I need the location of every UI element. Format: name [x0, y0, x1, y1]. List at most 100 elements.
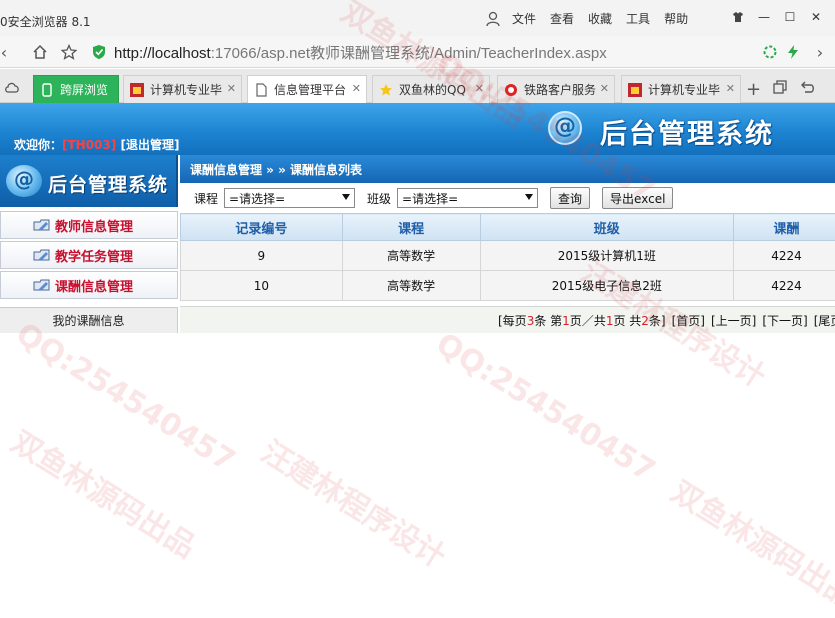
tab-cross-screen[interactable]: 跨屏浏览	[33, 75, 119, 103]
sidebar: @ 后台管理系统 教师信息管理 教学任务管理 课酬信息管理 我的课酬信息	[0, 155, 178, 333]
star-icon[interactable]	[59, 42, 79, 62]
next-page-link[interactable]: [下一页]	[762, 312, 807, 329]
tab-info-platform[interactable]: 信息管理平台 ✕	[247, 75, 367, 103]
browser-title-bar: 0安全浏览器 8.1 文件 查看 收藏 工具 帮助 — ☐ ✕	[0, 0, 835, 36]
tab-label: 铁路客户服务	[524, 83, 597, 97]
undo-icon[interactable]	[800, 80, 814, 97]
chevron-down-icon	[342, 194, 351, 200]
class-select-value: =请选择=	[402, 191, 459, 206]
phone-icon	[42, 82, 52, 97]
course-filter-label: 课程	[194, 191, 219, 206]
class-filter-label: 班级	[367, 191, 392, 206]
tab-railway-service[interactable]: 铁路客户服务 ✕	[497, 75, 615, 103]
security-shield-icon[interactable]	[89, 42, 109, 62]
chevron-down-icon	[525, 194, 534, 200]
cell-class: 2015级电子信息2班	[479, 270, 735, 301]
site-favicon-icon	[628, 82, 642, 97]
cell-course: 高等数学	[341, 270, 481, 301]
url-field[interactable]: http://localhost:17066/asp.net教师课酬管理系统/A…	[114, 42, 607, 63]
pager-text: [每页3条 第1页／共1页 共2条]	[498, 313, 666, 328]
restore-tabs-icon[interactable]	[773, 80, 787, 97]
pagination-bar: [每页3条 第1页／共1页 共2条] [首页] [上一页] [下一页] [尾页]	[180, 306, 835, 333]
column-header-course: 课程	[341, 213, 481, 241]
menu-favorites[interactable]: 收藏	[588, 10, 612, 27]
main-content: 课酬信息管理 » » 课酬信息列表 课程 =请选择= 班级 =请选择= 查询 导…	[180, 155, 835, 333]
watermark-text: 双鱼林源码出品	[664, 474, 835, 616]
current-page: 1	[562, 313, 570, 328]
tab-label: 计算机专业毕	[150, 83, 223, 97]
tab-shuangyulin-qq[interactable]: 双鱼林的QQ ✕	[372, 75, 490, 103]
menu-tools[interactable]: 工具	[626, 10, 650, 27]
menu-help[interactable]: 帮助	[664, 10, 688, 27]
close-icon[interactable]: ✕	[803, 8, 829, 26]
sidebar-subitem-my-pay[interactable]: 我的课酬信息	[0, 307, 178, 333]
watermark-text: 汪建林程序设计	[254, 434, 452, 576]
browser-menu-bar: 文件 查看 收藏 工具 帮助	[486, 10, 702, 27]
tab-computer-major[interactable]: 计算机专业毕 ✕	[123, 75, 242, 103]
tab-label: 双鱼林的QQ	[399, 83, 466, 97]
course-select[interactable]: =请选择=	[224, 188, 356, 208]
back-icon[interactable]: ‹	[0, 42, 14, 62]
more-icon[interactable]: ›	[810, 42, 830, 62]
site-favicon-icon	[130, 82, 144, 97]
home-icon[interactable]	[30, 42, 50, 62]
tab-close-icon[interactable]: ✕	[352, 82, 361, 95]
sidebar-logo: @ 后台管理系统	[0, 155, 178, 207]
pay-info-table: 记录编号 课程 班级 课酬 9 高等数学 2015级计算机1班 4224 10 …	[180, 213, 835, 301]
sidebar-item-teacher-info[interactable]: 教师信息管理	[0, 211, 178, 239]
welcome-text: 欢迎你：	[14, 138, 63, 152]
system-logo-icon: @	[548, 111, 582, 145]
window-controls: — ☐ ✕	[725, 8, 829, 26]
filter-bar: 课程 =请选择= 班级 =请选择= 查询 导出excel	[180, 183, 835, 213]
tab-close-icon[interactable]: ✕	[227, 82, 236, 95]
tab-label: 跨屏浏览	[60, 83, 109, 97]
class-select[interactable]: =请选择=	[397, 188, 539, 208]
export-excel-button[interactable]: 导出excel	[602, 187, 674, 209]
new-tab-icon[interactable]: +	[746, 79, 761, 100]
welcome-bar: 欢迎你：[TH003] [退出管理]	[14, 136, 179, 153]
minimize-icon[interactable]: —	[751, 8, 777, 26]
system-title: 后台管理系统	[600, 119, 774, 150]
folder-pencil-icon	[33, 219, 50, 231]
sidebar-item-pay-info[interactable]: 课酬信息管理	[0, 271, 178, 299]
first-page-link[interactable]: [首页]	[672, 312, 705, 329]
breadcrumb: 课酬信息管理 » » 课酬信息列表	[180, 155, 835, 183]
last-page-link[interactable]: [尾页]	[814, 312, 835, 329]
address-bar: ‹ http://localhost:17066/asp.net教师课酬管理系统…	[0, 36, 835, 68]
sidebar-item-label: 教学任务管理	[55, 249, 134, 265]
folder-pencil-icon	[33, 279, 50, 291]
cell-record-id: 10	[180, 270, 343, 301]
cloud-icon[interactable]	[4, 81, 20, 96]
tab-label: 信息管理平台	[274, 83, 347, 97]
cell-pay: 4224	[733, 270, 835, 301]
sidebar-item-teaching-tasks[interactable]: 教学任务管理	[0, 241, 178, 269]
refresh-icon[interactable]	[760, 42, 780, 62]
total-records: 2	[641, 313, 649, 328]
query-button[interactable]: 查询	[550, 187, 591, 209]
table-header-row: 记录编号 课程 班级 课酬	[180, 213, 835, 241]
table-row[interactable]: 9 高等数学 2015级计算机1班 4224	[180, 240, 835, 271]
sidebar-logo-text: 后台管理系统	[48, 174, 169, 196]
logo-glyph: @	[554, 114, 576, 139]
sidebar-item-label: 教师信息管理	[55, 219, 134, 235]
lightning-icon[interactable]	[783, 42, 803, 62]
app-header: 欢迎你：[TH003] [退出管理] @ 后台管理系统	[0, 103, 835, 155]
table-row[interactable]: 10 高等数学 2015级电子信息2班 4224	[180, 270, 835, 301]
column-header-class: 班级	[479, 213, 735, 241]
maximize-icon[interactable]: ☐	[777, 8, 803, 26]
url-path: :17066/asp.net教师课酬管理系统/Admin/TeacherInde…	[210, 45, 607, 62]
column-header-record-id: 记录编号	[180, 213, 343, 241]
tab-close-icon[interactable]: ✕	[600, 82, 609, 95]
prev-page-link[interactable]: [上一页]	[711, 312, 756, 329]
user-icon[interactable]	[486, 11, 500, 27]
skin-icon[interactable]	[725, 8, 751, 26]
sidebar-logo-icon: @	[6, 165, 42, 197]
railway-logo-icon	[505, 83, 517, 96]
cell-course: 高等数学	[341, 240, 481, 271]
menu-file[interactable]: 文件	[512, 10, 536, 27]
tab-computer-major-2[interactable]: 计算机专业毕 ✕	[621, 75, 741, 103]
tab-close-icon[interactable]: ✕	[726, 82, 735, 95]
tab-close-icon[interactable]: ✕	[475, 82, 484, 95]
logout-link[interactable]: [退出管理]	[120, 138, 179, 152]
menu-view[interactable]: 查看	[550, 10, 574, 27]
